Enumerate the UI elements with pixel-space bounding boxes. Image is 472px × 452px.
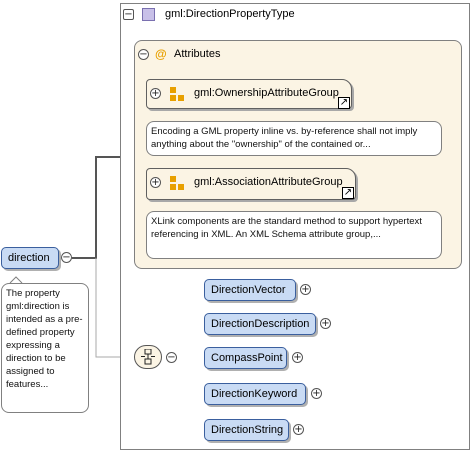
expand-button[interactable]: + <box>300 284 311 295</box>
link-arrow-icon[interactable]: ↗ <box>338 97 350 109</box>
attribute-group-doc: XLink components are the standard method… <box>146 211 442 259</box>
expand-button[interactable]: + <box>292 352 303 363</box>
attributes-collapse-button[interactable]: − <box>138 49 149 60</box>
association-expand-button[interactable]: + <box>150 177 161 188</box>
element-direction-string[interactable]: DirectionString <box>204 419 289 441</box>
ownership-expand-button[interactable]: + <box>150 88 161 99</box>
expand-button[interactable]: + <box>311 388 322 399</box>
expand-button[interactable]: + <box>293 424 304 435</box>
choice-collapse-button[interactable]: − <box>166 352 177 363</box>
expand-button[interactable]: + <box>320 318 331 329</box>
direction-collapse-button[interactable]: − <box>61 252 72 263</box>
attribute-group-name: gml:OwnershipAttributeGroup <box>194 87 339 99</box>
doc-text: The property gml:direction is intended a… <box>6 288 83 390</box>
attribute-group-icon <box>170 176 184 190</box>
attributes-at-icon: @ <box>155 47 167 61</box>
element-direction-keyword[interactable]: DirectionKeyword <box>204 383 306 405</box>
element-direction-description[interactable]: DirectionDescription <box>204 313 316 335</box>
link-arrow-icon[interactable]: ↗ <box>342 187 354 199</box>
complex-type-icon <box>142 8 155 21</box>
attributes-label: Attributes <box>174 48 221 60</box>
element-direction-vector[interactable]: DirectionVector <box>204 279 296 301</box>
element-doc: The property gml:direction is intended a… <box>1 283 89 413</box>
attribute-group-name: gml:AssociationAttributeGroup <box>194 176 343 188</box>
element-compass-point[interactable]: CompassPoint <box>204 347 287 369</box>
doc-text: XLink components are the standard method… <box>151 216 422 240</box>
element-direction[interactable]: direction <box>1 247 59 269</box>
type-collapse-button[interactable]: − <box>123 9 134 20</box>
attribute-group-doc: Encoding a GML property inline vs. by-re… <box>146 121 442 156</box>
choice-icon <box>141 349 155 365</box>
type-name: gml:DirectionPropertyType <box>165 8 295 20</box>
attribute-group-icon <box>170 87 184 101</box>
doc-text: Encoding a GML property inline vs. by-re… <box>151 126 418 150</box>
